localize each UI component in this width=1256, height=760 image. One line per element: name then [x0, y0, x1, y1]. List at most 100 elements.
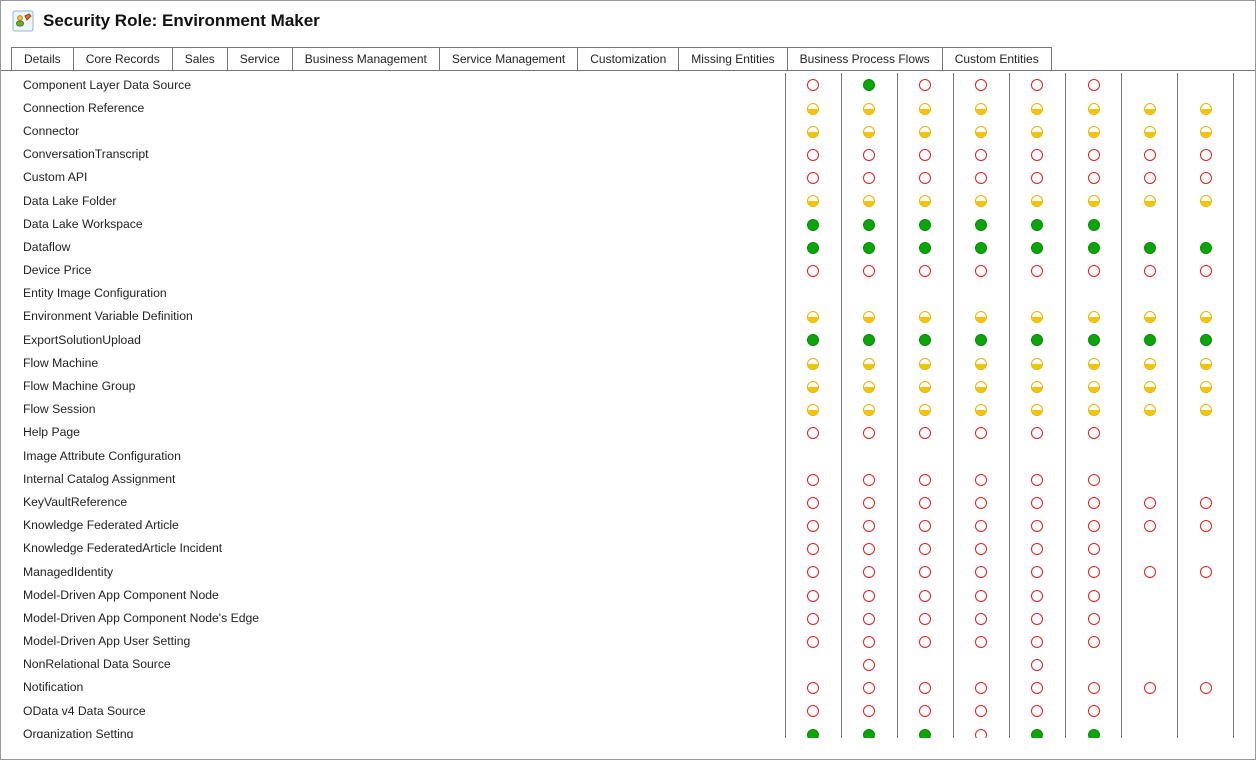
permission-cell[interactable]: [1178, 722, 1234, 738]
tab-sales[interactable]: Sales: [172, 47, 228, 71]
permission-cell[interactable]: [897, 421, 953, 444]
permission-cell[interactable]: [1178, 606, 1234, 629]
permission-cell[interactable]: [897, 444, 953, 467]
permission-cell[interactable]: [1122, 143, 1178, 166]
permission-cell[interactable]: [1178, 143, 1234, 166]
permission-cell[interactable]: [897, 514, 953, 537]
permission-cell[interactable]: [785, 490, 841, 513]
permission-cell[interactable]: [1009, 143, 1065, 166]
permission-cell[interactable]: [897, 282, 953, 305]
permission-cell[interactable]: [1122, 235, 1178, 258]
permission-cell[interactable]: [785, 143, 841, 166]
permission-cell[interactable]: [1009, 96, 1065, 119]
permission-cell[interactable]: [785, 235, 841, 258]
permission-cell[interactable]: [953, 166, 1009, 189]
permission-cell[interactable]: [1066, 490, 1122, 513]
permission-cell[interactable]: [1122, 490, 1178, 513]
tab-service-management[interactable]: Service Management: [439, 47, 578, 71]
permission-cell[interactable]: [897, 119, 953, 142]
permission-cell[interactable]: [953, 189, 1009, 212]
permission-cell[interactable]: [953, 305, 1009, 328]
tab-business-process-flows[interactable]: Business Process Flows: [787, 47, 943, 71]
permission-cell[interactable]: [785, 96, 841, 119]
permission-cell[interactable]: [1122, 259, 1178, 282]
permission-cell[interactable]: [841, 606, 897, 629]
permission-cell[interactable]: [841, 560, 897, 583]
permission-cell[interactable]: [1178, 676, 1234, 699]
permission-cell[interactable]: [1009, 73, 1065, 96]
permission-cell[interactable]: [1009, 560, 1065, 583]
permission-cell[interactable]: [897, 583, 953, 606]
permission-cell[interactable]: [1178, 212, 1234, 235]
permission-cell[interactable]: [1066, 119, 1122, 142]
permission-cell[interactable]: [953, 583, 1009, 606]
permission-cell[interactable]: [1122, 119, 1178, 142]
permission-cell[interactable]: [1178, 282, 1234, 305]
permission-cell[interactable]: [1066, 444, 1122, 467]
permission-cell[interactable]: [897, 259, 953, 282]
permission-cell[interactable]: [841, 166, 897, 189]
permission-cell[interactable]: [1178, 699, 1234, 722]
permission-cell[interactable]: [841, 282, 897, 305]
permission-cell[interactable]: [785, 444, 841, 467]
tab-missing-entities[interactable]: Missing Entities: [678, 47, 787, 71]
permission-cell[interactable]: [1009, 119, 1065, 142]
permission-cell[interactable]: [841, 351, 897, 374]
permission-cell[interactable]: [897, 235, 953, 258]
permission-cell[interactable]: [841, 421, 897, 444]
permission-cell[interactable]: [841, 143, 897, 166]
permission-cell[interactable]: [1122, 305, 1178, 328]
permission-cell[interactable]: [1066, 583, 1122, 606]
permission-cell[interactable]: [1009, 676, 1065, 699]
permission-cell[interactable]: [1009, 166, 1065, 189]
permission-cell[interactable]: [1009, 630, 1065, 653]
permission-cell[interactable]: [785, 351, 841, 374]
permission-cell[interactable]: [1066, 166, 1122, 189]
permission-cell[interactable]: [1122, 189, 1178, 212]
permission-cell[interactable]: [953, 606, 1009, 629]
permission-cell[interactable]: [897, 166, 953, 189]
permission-cell[interactable]: [785, 305, 841, 328]
permission-cell[interactable]: [1178, 96, 1234, 119]
permission-cell[interactable]: [953, 722, 1009, 738]
permission-cell[interactable]: [897, 374, 953, 397]
permission-cell[interactable]: [897, 305, 953, 328]
permission-cell[interactable]: [953, 235, 1009, 258]
permission-cell[interactable]: [1122, 630, 1178, 653]
permission-cell[interactable]: [1122, 398, 1178, 421]
tab-business-management[interactable]: Business Management: [292, 47, 440, 71]
permission-cell[interactable]: [1066, 305, 1122, 328]
permission-cell[interactable]: [785, 676, 841, 699]
permission-cell[interactable]: [1009, 374, 1065, 397]
permission-cell[interactable]: [1178, 305, 1234, 328]
permission-cell[interactable]: [1122, 606, 1178, 629]
permission-cell[interactable]: [953, 699, 1009, 722]
permission-cell[interactable]: [1122, 73, 1178, 96]
permission-cell[interactable]: [1009, 514, 1065, 537]
permission-cell[interactable]: [897, 722, 953, 738]
permission-cell[interactable]: [1178, 421, 1234, 444]
permission-cell[interactable]: [1066, 351, 1122, 374]
permission-cell[interactable]: [1122, 96, 1178, 119]
permission-cell[interactable]: [1009, 421, 1065, 444]
permission-cell[interactable]: [785, 630, 841, 653]
permission-cell[interactable]: [1009, 328, 1065, 351]
permission-cell[interactable]: [1009, 282, 1065, 305]
tab-core-records[interactable]: Core Records: [73, 47, 173, 71]
permission-cell[interactable]: [1122, 282, 1178, 305]
permission-cell[interactable]: [897, 537, 953, 560]
permission-cell[interactable]: [953, 96, 1009, 119]
permission-cell[interactable]: [1009, 398, 1065, 421]
permission-cell[interactable]: [785, 699, 841, 722]
permission-cell[interactable]: [841, 328, 897, 351]
permission-cell[interactable]: [953, 467, 1009, 490]
permission-cell[interactable]: [841, 235, 897, 258]
permission-cell[interactable]: [841, 305, 897, 328]
permission-cell[interactable]: [1066, 143, 1122, 166]
permission-cell[interactable]: [1066, 282, 1122, 305]
permission-cell[interactable]: [841, 722, 897, 738]
permission-cell[interactable]: [785, 328, 841, 351]
permission-cell[interactable]: [785, 166, 841, 189]
permission-cell[interactable]: [1122, 537, 1178, 560]
permission-cell[interactable]: [1066, 96, 1122, 119]
